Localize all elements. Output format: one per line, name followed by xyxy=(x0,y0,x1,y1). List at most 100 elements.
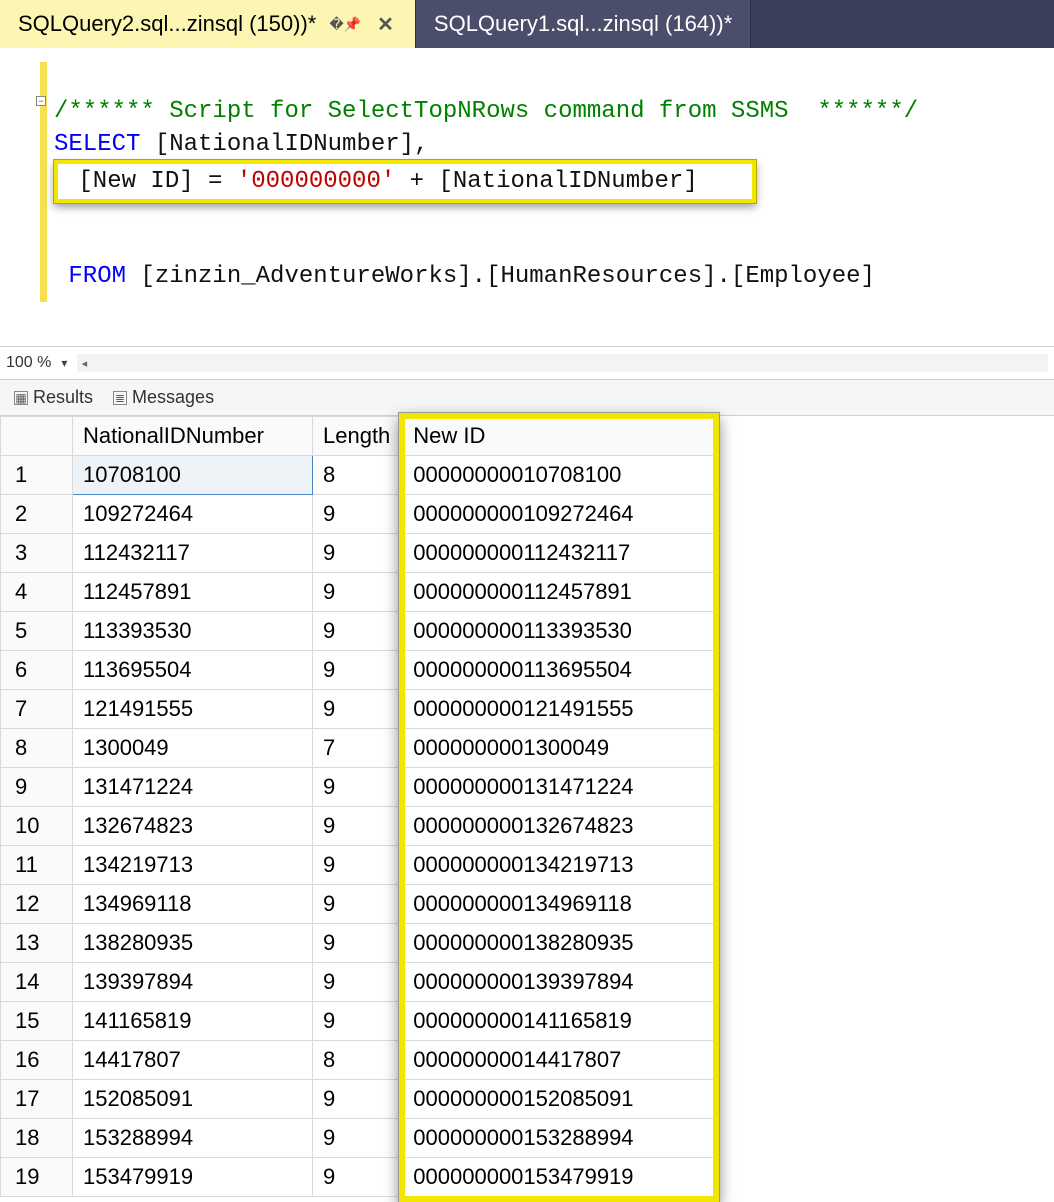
cell-length[interactable]: 9 xyxy=(313,495,403,534)
outline-collapse-icon[interactable]: − xyxy=(36,96,46,106)
table-row[interactable]: 101326748239000000000132674823 xyxy=(1,807,715,846)
table-row[interactable]: 8130004970000000001300049 xyxy=(1,729,715,768)
cell-nationalid[interactable]: 153288994 xyxy=(73,1119,313,1158)
cell-nationalid[interactable]: 132674823 xyxy=(73,807,313,846)
cell-nationalid[interactable]: 141165819 xyxy=(73,1002,313,1041)
cell-newid[interactable]: 000000000152085091 xyxy=(403,1080,715,1119)
sql-editor[interactable]: − /****** Script for SelectTopNRows comm… xyxy=(0,48,1054,346)
horizontal-scrollbar[interactable]: ◂ xyxy=(77,354,1048,372)
cell-nationalid[interactable]: 134219713 xyxy=(73,846,313,885)
cell-newid[interactable]: 000000000109272464 xyxy=(403,495,715,534)
scroll-left-icon[interactable]: ◂ xyxy=(77,354,91,372)
table-row[interactable]: 1614417807800000000014417807 xyxy=(1,1041,715,1080)
tab-results[interactable]: ▦ Results xyxy=(8,383,99,412)
table-row[interactable]: 131382809359000000000138280935 xyxy=(1,924,715,963)
cell-rownum[interactable]: 18 xyxy=(1,1119,73,1158)
table-row[interactable]: 171520850919000000000152085091 xyxy=(1,1080,715,1119)
zoom-dropdown-icon[interactable]: ▾ xyxy=(57,354,71,372)
cell-newid[interactable]: 00000000010708100 xyxy=(403,456,715,495)
cell-rownum[interactable]: 9 xyxy=(1,768,73,807)
cell-length[interactable]: 9 xyxy=(313,963,403,1002)
cell-rownum[interactable]: 4 xyxy=(1,573,73,612)
table-row[interactable]: 181532889949000000000153288994 xyxy=(1,1119,715,1158)
cell-length[interactable]: 9 xyxy=(313,573,403,612)
cell-nationalid[interactable]: 121491555 xyxy=(73,690,313,729)
cell-rownum[interactable]: 16 xyxy=(1,1041,73,1080)
cell-rownum[interactable]: 11 xyxy=(1,846,73,885)
cell-length[interactable]: 8 xyxy=(313,1041,403,1080)
table-row[interactable]: 61136955049000000000113695504 xyxy=(1,651,715,690)
table-row[interactable]: 151411658199000000000141165819 xyxy=(1,1002,715,1041)
cell-nationalid[interactable]: 1300049 xyxy=(73,729,313,768)
cell-newid[interactable]: 000000000141165819 xyxy=(403,1002,715,1041)
cell-rownum[interactable]: 1 xyxy=(1,456,73,495)
cell-length[interactable]: 8 xyxy=(313,456,403,495)
cell-rownum[interactable]: 6 xyxy=(1,651,73,690)
cell-newid[interactable]: 000000000131471224 xyxy=(403,768,715,807)
cell-length[interactable]: 9 xyxy=(313,924,403,963)
tab-sqlquery1[interactable]: SQLQuery1.sql...zinsql (164))* xyxy=(416,0,751,48)
header-nationalid[interactable]: NationalIDNumber xyxy=(73,417,313,456)
cell-length[interactable]: 9 xyxy=(313,1080,403,1119)
cell-newid[interactable]: 000000000113393530 xyxy=(403,612,715,651)
cell-nationalid[interactable]: 138280935 xyxy=(73,924,313,963)
cell-length[interactable]: 9 xyxy=(313,768,403,807)
cell-length[interactable]: 7 xyxy=(313,729,403,768)
cell-rownum[interactable]: 7 xyxy=(1,690,73,729)
code-text[interactable]: /****** Script for SelectTopNRows comman… xyxy=(46,48,1054,346)
table-row[interactable]: 41124578919000000000112457891 xyxy=(1,573,715,612)
cell-length[interactable]: 9 xyxy=(313,651,403,690)
table-row[interactable]: 141393978949000000000139397894 xyxy=(1,963,715,1002)
cell-nationalid[interactable]: 139397894 xyxy=(73,963,313,1002)
cell-rownum[interactable]: 14 xyxy=(1,963,73,1002)
header-rownum[interactable] xyxy=(1,417,73,456)
cell-nationalid[interactable]: 113393530 xyxy=(73,612,313,651)
cell-newid[interactable]: 000000000153288994 xyxy=(403,1119,715,1158)
cell-length[interactable]: 9 xyxy=(313,807,403,846)
cell-newid[interactable]: 000000000112457891 xyxy=(403,573,715,612)
cell-length[interactable]: 9 xyxy=(313,846,403,885)
table-row[interactable]: 31124321179000000000112432117 xyxy=(1,534,715,573)
cell-nationalid[interactable]: 14417807 xyxy=(73,1041,313,1080)
cell-nationalid[interactable]: 134969118 xyxy=(73,885,313,924)
cell-newid[interactable]: 000000000138280935 xyxy=(403,924,715,963)
cell-rownum[interactable]: 12 xyxy=(1,885,73,924)
cell-newid[interactable]: 000000000132674823 xyxy=(403,807,715,846)
cell-nationalid[interactable]: 112432117 xyxy=(73,534,313,573)
cell-newid[interactable]: 000000000134969118 xyxy=(403,885,715,924)
cell-rownum[interactable]: 13 xyxy=(1,924,73,963)
cell-nationalid[interactable]: 131471224 xyxy=(73,768,313,807)
cell-nationalid[interactable]: 153479919 xyxy=(73,1158,313,1197)
cell-nationalid[interactable]: 10708100 xyxy=(73,456,313,495)
cell-rownum[interactable]: 19 xyxy=(1,1158,73,1197)
cell-rownum[interactable]: 8 xyxy=(1,729,73,768)
table-row[interactable]: 111342197139000000000134219713 xyxy=(1,846,715,885)
cell-length[interactable]: 9 xyxy=(313,612,403,651)
cell-newid[interactable]: 000000000139397894 xyxy=(403,963,715,1002)
cell-length[interactable]: 9 xyxy=(313,690,403,729)
table-row[interactable]: 21092724649000000000109272464 xyxy=(1,495,715,534)
cell-newid[interactable]: 0000000001300049 xyxy=(403,729,715,768)
header-length[interactable]: Length xyxy=(313,417,403,456)
cell-length[interactable]: 9 xyxy=(313,1158,403,1197)
cell-rownum[interactable]: 10 xyxy=(1,807,73,846)
pin-icon[interactable]: �📌 xyxy=(326,13,364,36)
cell-length[interactable]: 9 xyxy=(313,885,403,924)
cell-length[interactable]: 9 xyxy=(313,534,403,573)
cell-newid[interactable]: 000000000134219713 xyxy=(403,846,715,885)
cell-newid[interactable]: 000000000113695504 xyxy=(403,651,715,690)
cell-rownum[interactable]: 2 xyxy=(1,495,73,534)
table-row[interactable]: 121349691189000000000134969118 xyxy=(1,885,715,924)
cell-length[interactable]: 9 xyxy=(313,1002,403,1041)
cell-newid[interactable]: 000000000121491555 xyxy=(403,690,715,729)
table-row[interactable]: 51133935309000000000113393530 xyxy=(1,612,715,651)
cell-rownum[interactable]: 17 xyxy=(1,1080,73,1119)
table-row[interactable]: 110708100800000000010708100 xyxy=(1,456,715,495)
table-row[interactable]: 71214915559000000000121491555 xyxy=(1,690,715,729)
tab-messages[interactable]: ≣ Messages xyxy=(107,383,220,412)
header-newid[interactable]: New ID xyxy=(403,417,715,456)
close-icon[interactable]: ✕ xyxy=(374,9,397,40)
table-row[interactable]: 191534799199000000000153479919 xyxy=(1,1158,715,1197)
cell-length[interactable]: 9 xyxy=(313,1119,403,1158)
cell-nationalid[interactable]: 112457891 xyxy=(73,573,313,612)
